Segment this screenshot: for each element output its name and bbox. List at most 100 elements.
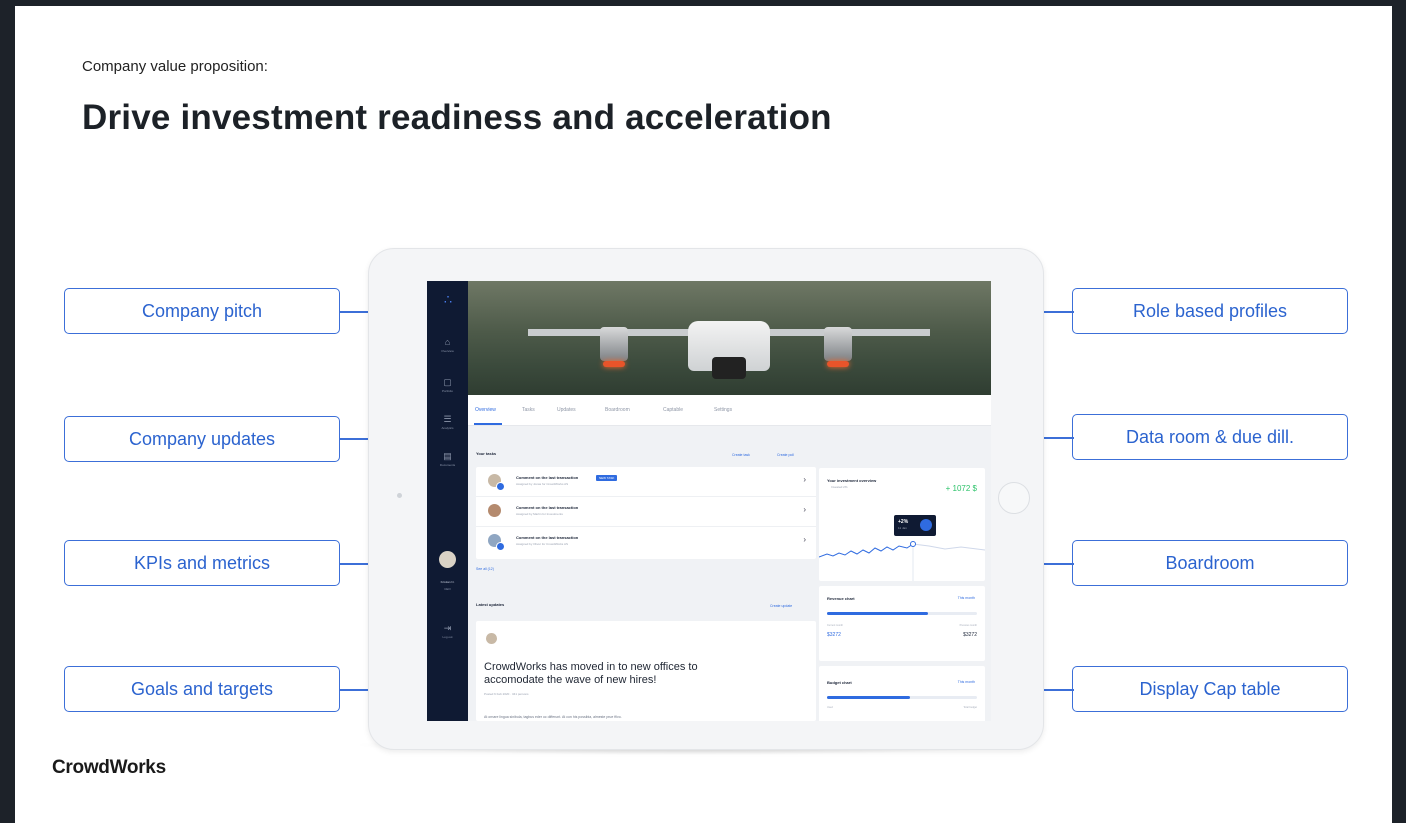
drone-light — [603, 361, 625, 367]
updates-section-title: Latest updates — [476, 602, 505, 607]
callout-data-room: Data room & due dill. — [1072, 414, 1348, 460]
tab-updates[interactable]: Updates — [557, 407, 576, 413]
app-sidebar: ∴ ⌂ Overview ▢ Portfolio ☰ Analytics ▤ D… — [427, 281, 468, 721]
budget-right-label: Total budget — [963, 706, 977, 709]
investment-value: + 1072 $ — [945, 484, 977, 493]
app-screen: ∴ ⌂ Overview ▢ Portfolio ☰ Analytics ▤ D… — [427, 281, 991, 721]
sidebar-item-portfolio[interactable]: ▢ Portfolio — [427, 377, 468, 393]
task-subtitle: Assigned by Martin for Investments — [516, 512, 563, 516]
logout-icon: ⇥ — [443, 623, 452, 633]
avatar — [488, 504, 501, 517]
avatar[interactable] — [439, 551, 456, 568]
task-title: Comment on the last transaction — [516, 505, 579, 510]
drone-motor — [600, 327, 628, 361]
tab-captable[interactable]: Captable — [663, 407, 683, 413]
update-headline[interactable]: CrowdWorks has moved in to new offices t… — [484, 661, 744, 687]
callout-kpis-metrics: KPIs and metrics — [64, 540, 340, 586]
chart-tooltip: +2% 11 Jan — [894, 515, 936, 536]
task-subtitle: Assigned by Oliver for CrowdWorks AS — [516, 542, 568, 546]
app-tabs: Overview Tasks Updates Boardroom Captabl… — [468, 395, 991, 426]
revenue-chart-card: Revenue chart This month Current month P… — [819, 586, 985, 661]
chevron-right-icon[interactable]: › — [803, 535, 806, 544]
sidebar-item-documents[interactable]: ▤ Documents — [427, 451, 468, 467]
sidebar-item-analytics[interactable]: ☰ Analytics — [427, 414, 468, 430]
portfolio-icon: ▢ — [443, 377, 452, 387]
tooltip-value: +2% — [898, 519, 909, 525]
tablet-camera — [397, 493, 402, 498]
see-all-tasks-link[interactable]: See all (12) — [476, 567, 494, 571]
sidebar-item-logout[interactable]: ⇥ Log out — [427, 623, 468, 639]
company-hero-image — [468, 281, 991, 395]
sidebar-item-label: Log out — [442, 635, 453, 639]
chevron-right-icon[interactable]: › — [803, 475, 806, 484]
revenue-period-select[interactable]: This month — [958, 596, 975, 600]
revenue-chart-title: Revenue chart — [827, 596, 855, 601]
revenue-progress-fill — [827, 612, 928, 615]
table-row[interactable]: Comment on the last transaction Assigned… — [476, 497, 816, 527]
tablet-home-button[interactable] — [998, 482, 1030, 514]
budget-chart-title: Budget chart — [827, 680, 852, 685]
sidebar-item-label: Portfolio — [441, 389, 453, 393]
slide-title: Drive investment readiness and accelerat… — [82, 98, 832, 137]
callout-goals-targets: Goals and targets — [64, 666, 340, 712]
chevron-right-icon[interactable]: › — [803, 505, 806, 514]
investment-subtitle: Invested 2% — [831, 485, 848, 489]
budget-left-label: Used — [827, 706, 833, 709]
tasks-card: Comment on the last transaction Assigned… — [476, 467, 816, 559]
network-logo-icon[interactable]: ∴ — [440, 293, 456, 307]
revenue-left-label: Current month — [827, 624, 843, 627]
update-meta: Posted 6 Feb 2020 · 341 persons — [484, 692, 529, 696]
revenue-previous-value: $3272 — [963, 632, 977, 638]
budget-progress-bar — [827, 696, 977, 699]
budget-chart-card: Budget chart This month Used Total budge… — [819, 666, 985, 721]
drone-camera — [712, 357, 746, 379]
badge-icon — [496, 482, 505, 491]
chart-icon: ☰ — [443, 414, 452, 424]
sidebar-user-role: CEO — [444, 587, 451, 591]
sidebar-item-overview[interactable]: ⌂ Overview — [427, 337, 468, 353]
sidebar-item-label: Documents — [439, 463, 456, 467]
callout-cap-table: Display Cap table — [1072, 666, 1348, 712]
budget-progress-fill — [827, 696, 910, 699]
tooltip-date: 11 Jan — [898, 526, 907, 530]
update-card: CrowdWorks has moved in to new offices t… — [476, 621, 816, 721]
table-row[interactable]: Comment on the last transaction Assigned… — [476, 467, 816, 497]
status-badge: NEW TASK — [596, 475, 618, 481]
drone-motor — [824, 327, 852, 361]
active-tab-indicator — [474, 423, 502, 425]
table-row[interactable]: Comment on the last transaction Assigned… — [476, 527, 816, 556]
create-update-button[interactable]: Create update — [770, 604, 792, 608]
sidebar-item-label: Analytics — [441, 426, 454, 430]
revenue-right-label: Previous month — [959, 624, 977, 627]
update-body: At ornare lingua sinibula, tagbus eder o… — [484, 715, 622, 719]
tab-overview[interactable]: Overview — [475, 407, 496, 413]
task-title: Comment on the last transaction — [516, 535, 579, 540]
budget-period-select[interactable]: This month — [958, 680, 975, 684]
slide-subtitle: Company value proposition: — [82, 58, 268, 75]
tab-tasks[interactable]: Tasks — [522, 407, 535, 413]
sidebar-user-name: Kristian N. — [440, 580, 455, 584]
badge-icon — [496, 542, 505, 551]
tab-settings[interactable]: Settings — [714, 407, 732, 413]
brand-logo: CrowdWorks — [52, 757, 166, 778]
revenue-progress-bar — [827, 612, 977, 615]
callout-role-profiles: Role based profiles — [1072, 288, 1348, 334]
callout-company-pitch: Company pitch — [64, 288, 340, 334]
document-icon: ▤ — [443, 451, 452, 461]
drone-light — [827, 361, 849, 367]
callout-company-updates: Company updates — [64, 416, 340, 462]
sidebar-item-label: Overview — [441, 349, 454, 353]
home-icon: ⌂ — [444, 337, 451, 347]
task-title: Comment on the last transaction — [516, 475, 579, 480]
create-task-button[interactable]: Create task — [732, 453, 750, 457]
investment-overview-card: Your investment overview Invested 2% + 1… — [819, 468, 985, 581]
tab-boardroom[interactable]: Boardroom — [605, 407, 630, 413]
tooltip-action-button[interactable] — [920, 519, 932, 531]
investment-title: Your investment overview — [827, 478, 877, 483]
avatar — [486, 633, 497, 644]
task-subtitle: Assigned by Jonas for CrowdWorks AS — [516, 482, 569, 486]
create-poll-button[interactable]: Create poll — [777, 453, 794, 457]
callout-boardroom: Boardroom — [1072, 540, 1348, 586]
tasks-section-title: Your tasks — [476, 451, 497, 456]
revenue-current-value: $3272 — [827, 632, 841, 638]
